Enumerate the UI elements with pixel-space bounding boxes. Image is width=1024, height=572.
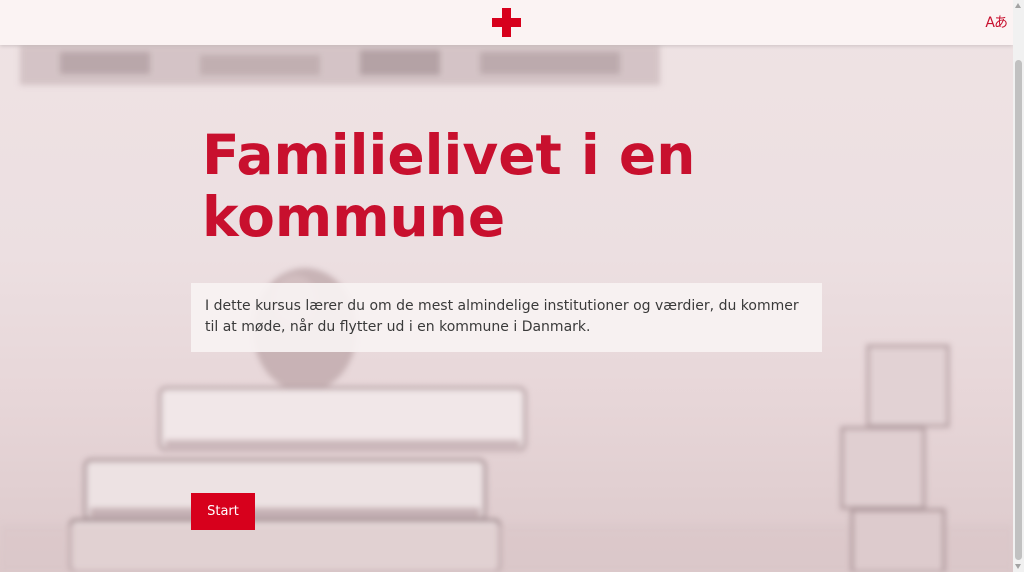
description-text: I dette kursus lærer du om de mest almin… <box>205 298 799 335</box>
start-button[interactable]: Start <box>191 493 255 530</box>
scroll-down-icon[interactable] <box>1015 564 1021 569</box>
description-box: I dette kursus lærer du om de mest almin… <box>191 283 822 352</box>
red-cross-icon[interactable] <box>492 8 521 37</box>
scrollbar-thumb[interactable] <box>1015 60 1022 560</box>
translate-icon[interactable]: Aあ <box>985 12 1008 32</box>
top-header: Aあ <box>0 0 1013 45</box>
scrollbar[interactable] <box>1013 0 1024 572</box>
page-title: Familielivet i en kommune <box>202 123 696 249</box>
scroll-up-icon[interactable] <box>1015 3 1021 8</box>
